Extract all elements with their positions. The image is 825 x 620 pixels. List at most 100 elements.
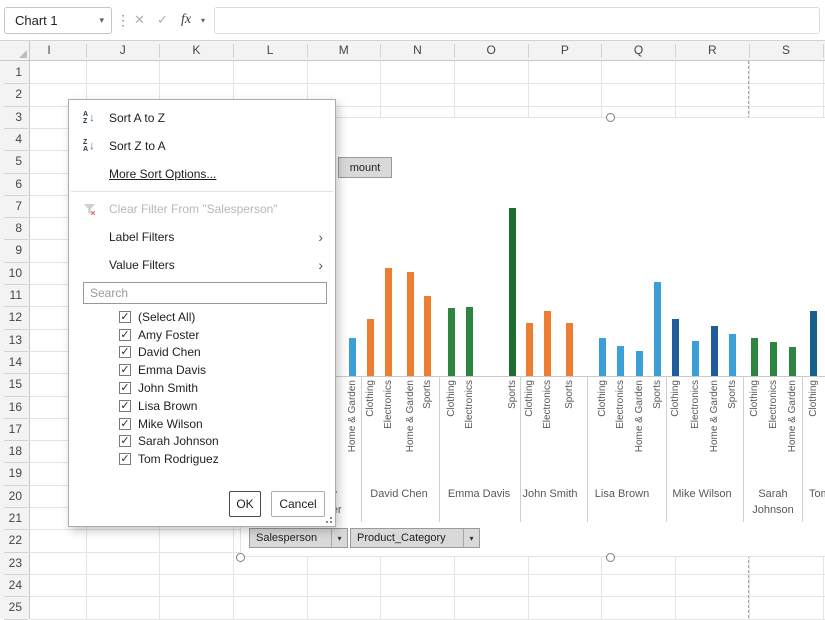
row-header-19[interactable]: 19 xyxy=(0,466,22,480)
column-header-N[interactable]: N xyxy=(398,43,438,57)
column-header-I[interactable]: I xyxy=(29,43,69,57)
filter-list-item[interactable]: ✓John Smith xyxy=(69,379,335,397)
row-header-7[interactable]: 7 xyxy=(0,199,22,213)
row-header-10[interactable]: 10 xyxy=(0,266,22,280)
name-box[interactable]: Chart 1 ▾ xyxy=(4,7,112,34)
row-header-2[interactable]: 2 xyxy=(0,87,22,101)
filter-list-item[interactable]: ✓David Chen xyxy=(69,344,335,362)
bar-john-smith-electronics[interactable] xyxy=(544,311,551,376)
product-category-field-button[interactable]: Product_Category ▾ xyxy=(350,528,480,548)
row-header-20[interactable]: 20 xyxy=(0,489,22,503)
bar-mike-wilson-clothing[interactable] xyxy=(672,319,679,376)
row-header-14[interactable]: 14 xyxy=(0,355,22,369)
bar-lisa-brown-clothing[interactable] xyxy=(599,338,606,376)
row-header-4[interactable]: 4 xyxy=(0,132,22,146)
salesperson-filter-dropdown-icon[interactable]: ▾ xyxy=(331,529,347,547)
bar-david-chen-clothing[interactable] xyxy=(367,319,374,376)
product-category-filter-dropdown-icon[interactable]: ▾ xyxy=(463,529,479,547)
row-header-16[interactable]: 16 xyxy=(0,400,22,414)
row-header-12[interactable]: 12 xyxy=(0,310,22,324)
bar-lisa-brown-sports[interactable] xyxy=(654,282,661,376)
bar-amy-foster-home-garden[interactable] xyxy=(349,338,356,376)
checkbox-icon[interactable]: ✓ xyxy=(119,346,131,358)
fx-dropdown-icon[interactable]: ▾ xyxy=(201,0,205,40)
column-header-P[interactable]: P xyxy=(545,43,585,57)
checkbox-icon[interactable]: ✓ xyxy=(119,453,131,465)
row-header-21[interactable]: 21 xyxy=(0,511,22,525)
enter-icon[interactable]: ✓ xyxy=(157,0,168,40)
filter-list-item[interactable]: ✓Amy Foster xyxy=(69,326,335,344)
column-header-O[interactable]: O xyxy=(471,43,511,57)
filter-list-item[interactable]: ✓Lisa Brown xyxy=(69,397,335,415)
column-header-L[interactable]: L xyxy=(250,43,290,57)
row-header-15[interactable]: 15 xyxy=(0,377,22,391)
bar-emma-davis-electronics[interactable] xyxy=(466,307,473,376)
bar-sarah-johnson-home-garden[interactable] xyxy=(789,347,796,376)
label-filters-item[interactable]: Label Filters › xyxy=(69,223,335,251)
bar-mike-wilson-electronics[interactable] xyxy=(692,341,699,376)
checkbox-icon[interactable]: ✓ xyxy=(119,418,131,430)
bar-sarah-johnson-electronics[interactable] xyxy=(770,342,777,376)
row-header-8[interactable]: 8 xyxy=(0,221,22,235)
value-field-button[interactable]: mount xyxy=(338,157,392,178)
checkbox-icon[interactable]: ✓ xyxy=(119,311,131,323)
row-header-5[interactable]: 5 xyxy=(0,154,22,168)
bar-john-smith-clothing[interactable] xyxy=(526,323,533,376)
filter-list-item[interactable]: ✓(Select All) xyxy=(69,308,335,326)
checkbox-icon[interactable]: ✓ xyxy=(119,400,131,412)
bar-mike-wilson-sports[interactable] xyxy=(729,334,736,376)
checkbox-icon[interactable]: ✓ xyxy=(119,329,131,341)
column-header-R[interactable]: R xyxy=(692,43,732,57)
bar-tom-rodriguez-clothing[interactable] xyxy=(810,311,817,376)
bar-lisa-brown-electronics[interactable] xyxy=(617,346,624,376)
menu-resize-grip[interactable] xyxy=(330,521,332,523)
row-header-22[interactable]: 22 xyxy=(0,533,22,547)
row-header-17[interactable]: 17 xyxy=(0,422,22,436)
more-sort-options-item[interactable]: More Sort Options... xyxy=(69,160,335,188)
bar-mike-wilson-home-garden[interactable] xyxy=(711,326,718,376)
checkbox-icon[interactable]: ✓ xyxy=(119,435,131,447)
ok-button[interactable]: OK xyxy=(229,491,261,517)
row-header-13[interactable]: 13 xyxy=(0,333,22,347)
cancel-icon[interactable]: ✕ xyxy=(134,0,145,40)
chart-resize-handle-bottom-left[interactable] xyxy=(236,553,245,562)
search-input[interactable] xyxy=(83,282,327,304)
row-header-6[interactable]: 6 xyxy=(0,177,22,191)
row-header-23[interactable]: 23 xyxy=(0,556,22,570)
filter-list-item[interactable]: ✓Tom Rodriguez xyxy=(69,450,335,468)
checkbox-icon[interactable]: ✓ xyxy=(119,382,131,394)
sort-z-to-a-item[interactable]: ZA ↓ Sort Z to A xyxy=(69,132,335,160)
bar-david-chen-sports[interactable] xyxy=(424,296,431,376)
row-header-25[interactable]: 25 xyxy=(0,600,22,614)
row-header-11[interactable]: 11 xyxy=(0,288,22,302)
column-header-J[interactable]: J xyxy=(103,43,143,57)
bar-john-smith-sports[interactable] xyxy=(566,323,573,376)
row-header-3[interactable]: 3 xyxy=(0,110,22,124)
insert-function-icon[interactable]: fx xyxy=(181,0,191,40)
column-header-S[interactable]: S xyxy=(766,43,806,57)
select-all-corner[interactable] xyxy=(0,40,30,61)
bar-david-chen-electronics[interactable] xyxy=(385,268,392,376)
column-header-K[interactable]: K xyxy=(176,43,216,57)
bar-emma-davis-sports[interactable] xyxy=(509,208,516,376)
chart-resize-handle-bottom[interactable] xyxy=(606,553,615,562)
sort-a-to-z-item[interactable]: AZ ↓ Sort A to Z xyxy=(69,104,335,132)
row-header-9[interactable]: 9 xyxy=(0,243,22,257)
bar-lisa-brown-home-garden[interactable] xyxy=(636,351,643,376)
row-header-1[interactable]: 1 xyxy=(0,65,22,79)
checkbox-icon[interactable]: ✓ xyxy=(119,364,131,376)
formula-input[interactable] xyxy=(214,7,820,34)
name-box-dropdown-icon[interactable]: ▾ xyxy=(99,15,111,26)
column-header-Q[interactable]: Q xyxy=(619,43,659,57)
value-filters-item[interactable]: Value Filters › xyxy=(69,251,335,279)
cancel-button[interactable]: Cancel xyxy=(271,491,325,517)
filter-list-item[interactable]: ✓Sarah Johnson xyxy=(69,433,335,451)
row-header-24[interactable]: 24 xyxy=(0,578,22,592)
filter-list-item[interactable]: ✓Mike Wilson xyxy=(69,415,335,433)
bar-sarah-johnson-clothing[interactable] xyxy=(751,338,758,376)
bar-david-chen-home-garden[interactable] xyxy=(407,272,414,376)
row-header-18[interactable]: 18 xyxy=(0,444,22,458)
chart-resize-handle-top[interactable] xyxy=(606,113,615,122)
filter-list-item[interactable]: ✓Emma Davis xyxy=(69,361,335,379)
column-header-M[interactable]: M xyxy=(324,43,364,57)
